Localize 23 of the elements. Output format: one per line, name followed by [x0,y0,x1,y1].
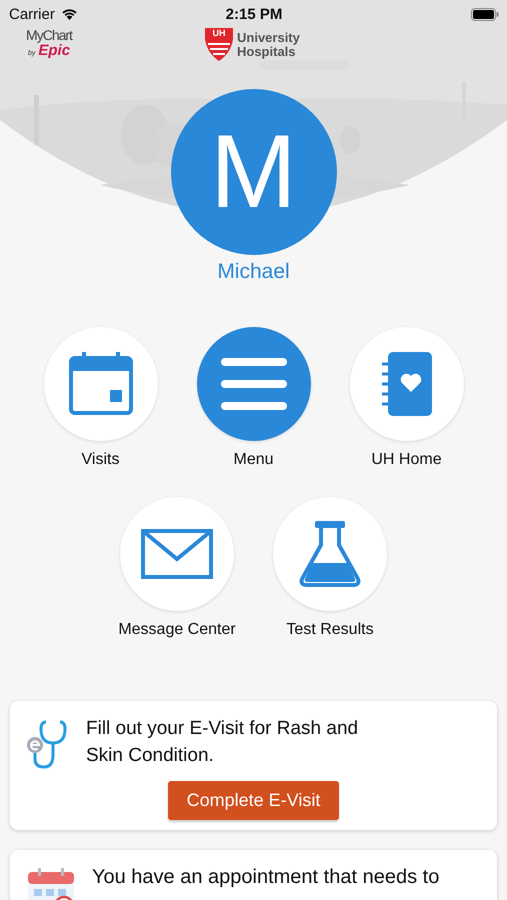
user-name: Michael [217,260,290,284]
shortcut-label: Test Results [286,621,374,639]
envelope-icon [141,529,213,579]
logo-wordmark: MyChart [26,28,72,43]
clock-time: 2:15 PM [226,6,282,22]
calendar-icon [68,352,134,416]
logo-text: Hospitals [237,44,296,58]
logo-text: University [237,30,300,44]
card-message: You have an appointment that needs to [92,865,440,890]
complete-evisit-button[interactable]: Complete E-Visit [168,781,340,820]
shortcut-label: Menu [233,451,274,469]
shortcut-label: UH Home [371,451,442,469]
menu-icon [220,358,286,410]
carrier-text: Carrier [9,6,55,22]
shortcut-label: Message Center [118,621,236,639]
card-message: Fill out your E-Visit for Rash and Skin Condition. [86,717,360,768]
battery-icon [470,8,499,20]
flask-icon [299,521,361,587]
shield-logo: UH [205,28,233,61]
logo-brand: Epic [38,43,70,58]
notebook-heart-icon [382,352,432,416]
wifi-icon [60,8,78,20]
shortcut-label: Visits [82,451,120,469]
